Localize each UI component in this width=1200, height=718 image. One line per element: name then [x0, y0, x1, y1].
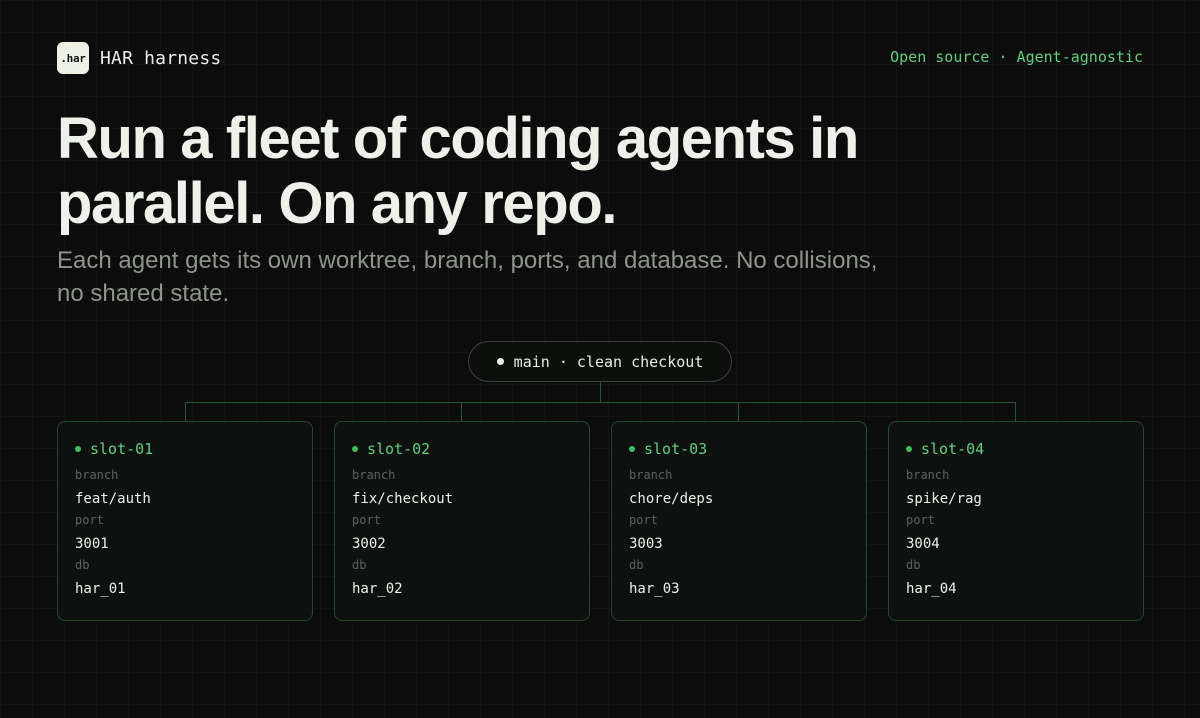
status-dot-icon [906, 446, 912, 452]
port-label: port [629, 513, 658, 527]
db-value: har_01 [75, 581, 126, 597]
port-value: 3001 [75, 536, 109, 552]
connector-branch-1 [185, 402, 186, 421]
port-label: port [352, 513, 381, 527]
status-dot-icon [629, 446, 635, 452]
connector-branch-4 [1015, 402, 1016, 421]
db-label: db [352, 558, 367, 572]
branch-value: feat/auth [75, 491, 151, 507]
brand-name: HAR harness [100, 47, 222, 69]
port-value: 3004 [906, 536, 940, 552]
hero-headline: Run a fleet of coding agents in parallel… [57, 106, 859, 236]
slot-card: slot-01 branch feat/auth port 3001 db ha… [57, 421, 313, 621]
har-logo-icon: .har [57, 42, 89, 74]
slot-card: slot-02 branch fix/checkout port 3002 db… [334, 421, 590, 621]
db-label: db [906, 558, 921, 572]
connector-bus [185, 402, 1016, 403]
main-branch-label: main · clean checkout [513, 352, 704, 371]
port-value: 3003 [629, 536, 663, 552]
branch-label: branch [906, 468, 950, 482]
port-label: port [906, 513, 935, 527]
main-branch-dot-icon [496, 358, 504, 365]
status-dot-icon [75, 446, 81, 452]
connector-branch-3 [738, 402, 739, 421]
connector-branch-2 [461, 402, 462, 421]
branch-label: branch [629, 468, 673, 482]
branch-label: branch [352, 468, 396, 482]
branch-value: chore/deps [629, 491, 714, 507]
branch-value: fix/checkout [352, 491, 454, 507]
db-label: db [75, 558, 90, 572]
connector-trunk [600, 382, 601, 403]
landing-page: .har HAR harness Open source · Agent-agn… [0, 0, 1200, 718]
port-value: 3002 [352, 536, 386, 552]
tagline: Open source · Agent-agnostic [890, 48, 1143, 66]
branch-value: spike/rag [906, 491, 982, 507]
slot-name: slot-01 [90, 440, 154, 458]
slot-card: slot-04 branch spike/rag port 3004 db ha… [888, 421, 1144, 621]
db-label: db [629, 558, 644, 572]
hero-subhead: Each agent gets its own worktree, branch… [57, 247, 878, 307]
slot-card: slot-03 branch chore/deps port 3003 db h… [611, 421, 867, 621]
status-dot-icon [352, 446, 358, 452]
slot-name: slot-03 [644, 440, 708, 458]
db-value: har_03 [629, 581, 680, 597]
slot-name: slot-02 [367, 440, 431, 458]
slot-name: slot-04 [921, 440, 985, 458]
branch-label: branch [75, 468, 119, 482]
db-value: har_04 [906, 581, 957, 597]
db-value: har_02 [352, 581, 403, 597]
port-label: port [75, 513, 104, 527]
brand[interactable]: .har HAR harness [57, 42, 221, 74]
main-branch-pill: main · clean checkout [468, 341, 732, 382]
